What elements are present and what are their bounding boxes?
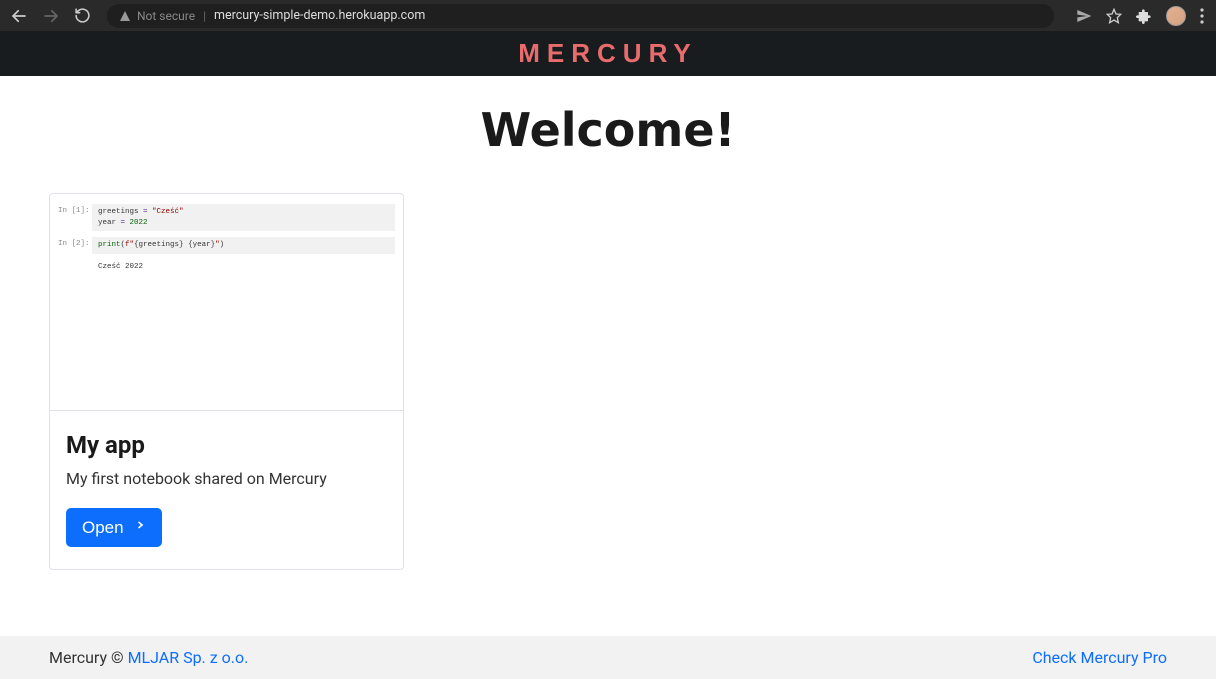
menu-icon[interactable] xyxy=(1200,8,1204,24)
mercury-logo[interactable]: MERCURY xyxy=(518,38,697,69)
bookmark-icon[interactable] xyxy=(1106,8,1122,24)
notebook-card: In [1]: greetings = "Cześć" year = 2022 … xyxy=(49,193,404,570)
footer: Mercury © MLJAR Sp. z o.o. Check Mercury… xyxy=(0,636,1216,679)
cell-prompt: In [2]: xyxy=(58,237,86,254)
cell-output: Cześć 2022 xyxy=(92,260,395,274)
code-cell: In [2]: print(f"{greetings} {year}") xyxy=(58,237,395,254)
page-title: Welcome! xyxy=(0,103,1216,157)
url-text: mercury-simple-demo.herokuapp.com xyxy=(214,8,425,23)
open-button-label: Open xyxy=(82,518,124,538)
browser-toolbar: Not secure | mercury-simple-demo.herokua… xyxy=(0,0,1216,31)
card-grid: In [1]: greetings = "Cześć" year = 2022 … xyxy=(0,193,1216,570)
code-cell: In [1]: greetings = "Cześć" year = 2022 xyxy=(58,204,395,231)
cell-prompt: In [1]: xyxy=(58,204,86,231)
nav-buttons xyxy=(10,7,91,25)
mercury-pro-link[interactable]: Check Mercury Pro xyxy=(1032,648,1167,667)
card-title: My app xyxy=(66,431,387,459)
footer-prefix: Mercury © xyxy=(49,648,128,667)
card-description: My first notebook shared on Mercury xyxy=(66,469,387,488)
address-bar[interactable]: Not secure | mercury-simple-demo.herokua… xyxy=(107,4,1054,28)
send-icon[interactable] xyxy=(1076,8,1092,24)
card-body: My app My first notebook shared on Mercu… xyxy=(50,411,403,569)
url-divider: | xyxy=(203,9,206,23)
not-secure-label: Not secure xyxy=(137,9,195,23)
code-output-row: Cześć 2022 xyxy=(58,260,395,274)
toolbar-right xyxy=(1070,6,1206,26)
forward-icon[interactable] xyxy=(42,7,60,25)
extensions-icon[interactable] xyxy=(1136,8,1152,24)
arrow-right-icon xyxy=(130,517,146,538)
not-secure-badge: Not secure xyxy=(119,9,195,23)
open-button[interactable]: Open xyxy=(66,508,162,547)
footer-left: Mercury © MLJAR Sp. z o.o. xyxy=(49,648,248,667)
back-icon[interactable] xyxy=(10,7,28,25)
app-header: MERCURY xyxy=(0,31,1216,76)
notebook-preview: In [1]: greetings = "Cześć" year = 2022 … xyxy=(50,194,403,411)
avatar[interactable] xyxy=(1166,6,1186,26)
cell-input: greetings = "Cześć" year = 2022 xyxy=(92,204,395,231)
cell-prompt-empty xyxy=(58,260,86,274)
company-link[interactable]: MLJAR Sp. z o.o. xyxy=(128,648,249,667)
reload-icon[interactable] xyxy=(74,7,91,24)
main-content: Welcome! In [1]: greetings = "Cześć" yea… xyxy=(0,76,1216,636)
cell-input: print(f"{greetings} {year}") xyxy=(92,237,395,254)
